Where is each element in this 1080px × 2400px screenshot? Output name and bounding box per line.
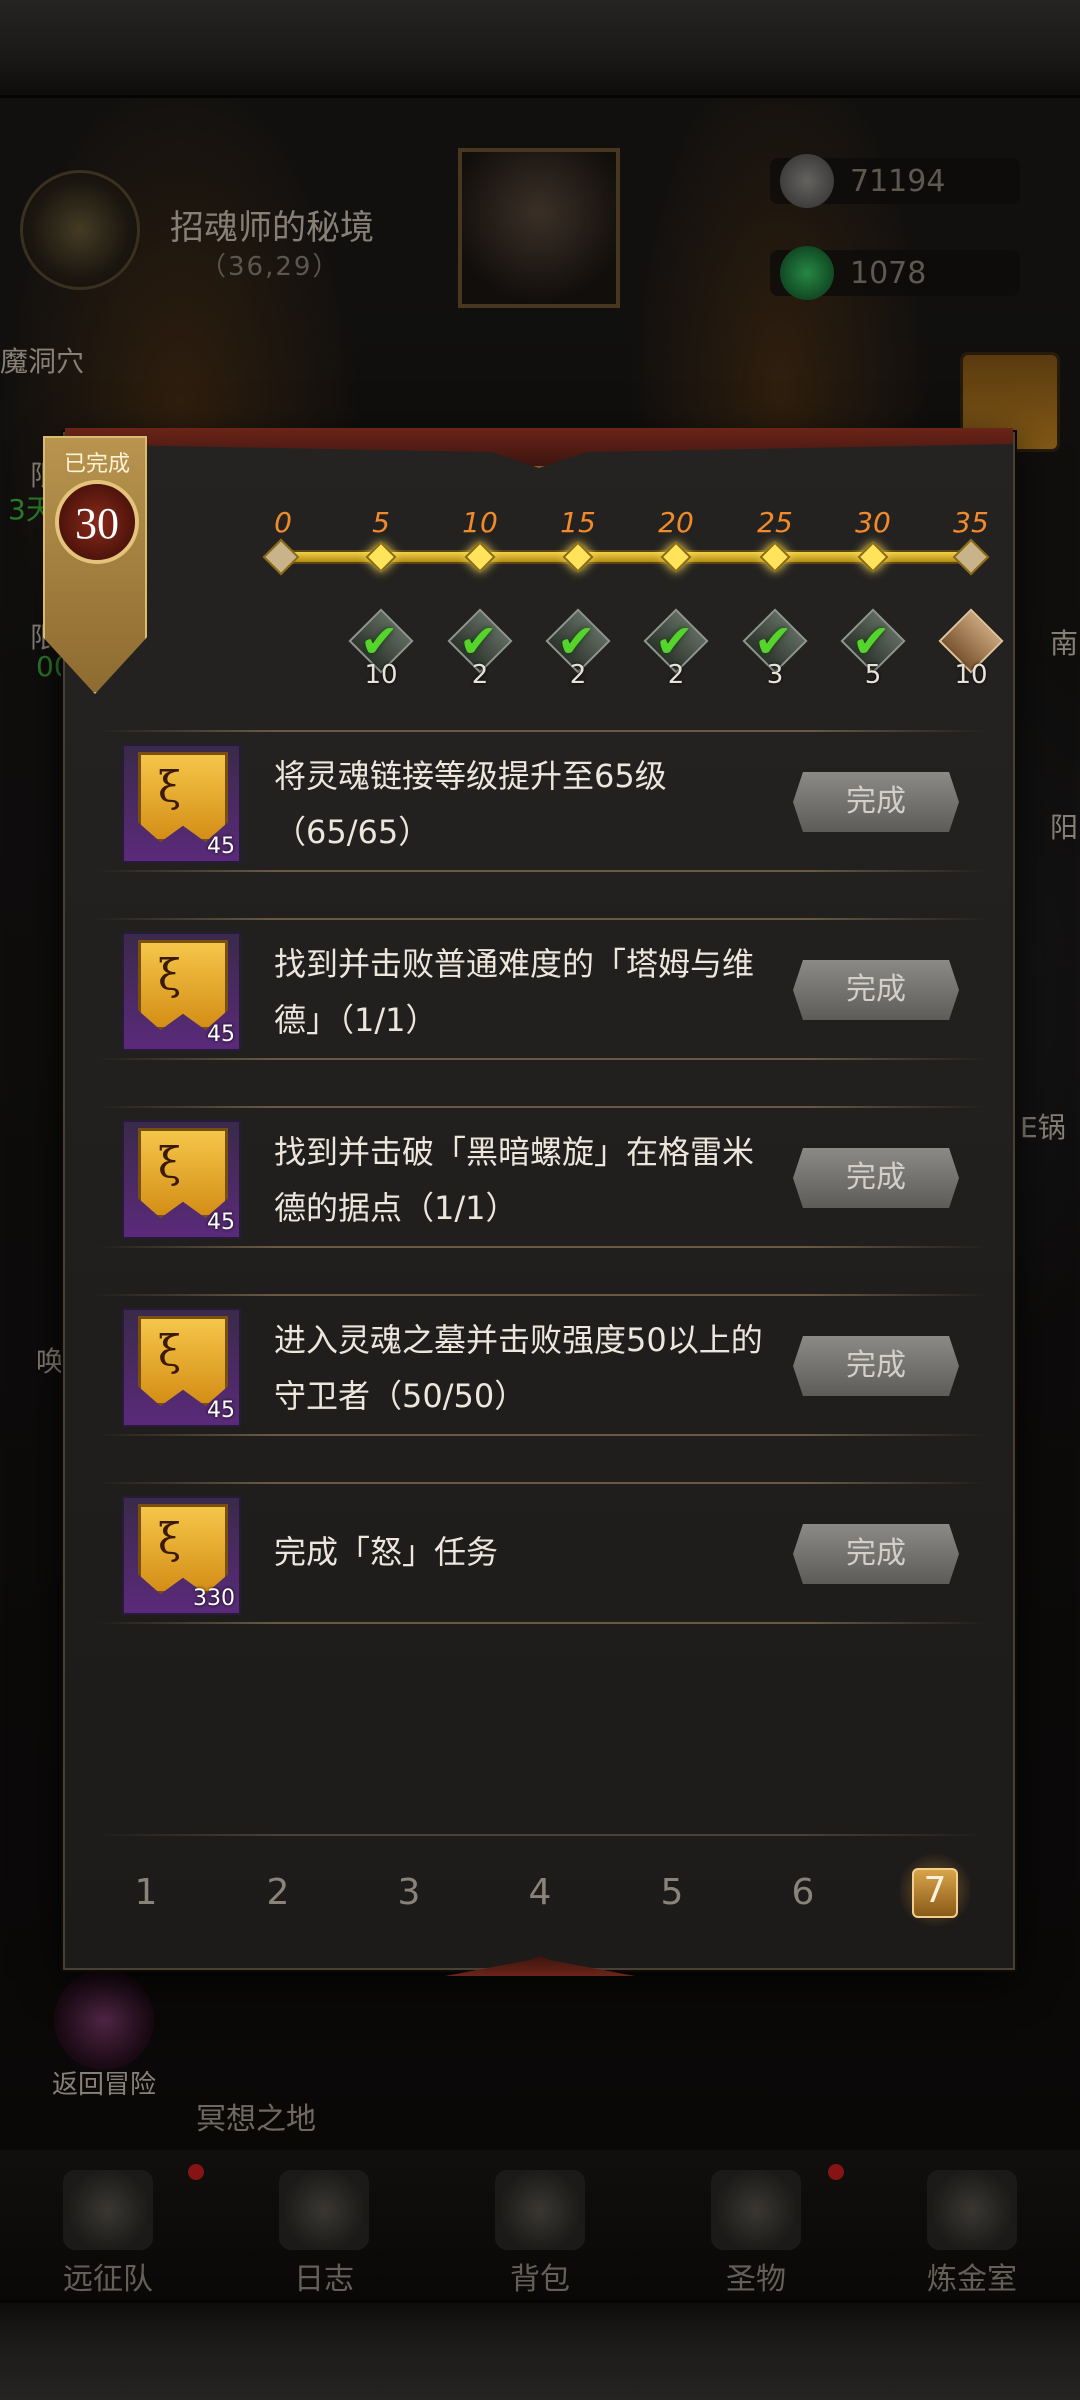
page-tab-2[interactable]: 2 <box>248 1872 308 1913</box>
milestone-label: 20 <box>658 506 694 539</box>
quest-complete-button[interactable]: 完成 <box>793 1524 959 1584</box>
milestone-label: 5 <box>372 506 390 539</box>
quest-text: 进入灵魂之墓并击败强度50以上的守卫者（50/50） <box>274 1321 763 1415</box>
milestone-label: 35 <box>953 506 989 539</box>
quest-row: ξ 45 找到并击败普通难度的「塔姆与维德」（1/1） 完成 <box>97 918 985 1060</box>
panel-bottom-ornament <box>445 1956 635 1976</box>
milestone-label: 15 <box>560 506 596 539</box>
completed-count: 30 <box>75 499 119 548</box>
quest-complete-button[interactable]: 完成 <box>793 772 959 832</box>
reward-count: 3 <box>766 660 784 690</box>
quest-points: 45 <box>207 1022 235 1047</box>
quest-complete-button[interactable]: 完成 <box>793 1148 959 1208</box>
reward-count: 2 <box>569 660 587 690</box>
page-tab-5[interactable]: 5 <box>642 1872 702 1913</box>
quest-row: ξ 45 将灵魂链接等级提升至65级（65/65） 完成 <box>97 730 985 872</box>
quest-row: ξ 45 找到并击破「黑暗螺旋」在格雷米德的据点（1/1） 完成 <box>97 1106 985 1248</box>
quest-banner-icon: ξ 45 <box>122 1308 241 1427</box>
quest-banner-icon: ξ 45 <box>122 932 241 1051</box>
quest-points: 330 <box>193 1586 235 1611</box>
page-tab-3[interactable]: 3 <box>379 1872 439 1913</box>
quest-points: 45 <box>207 1398 235 1423</box>
milestone-label: 30 <box>855 506 891 539</box>
quest-banner-icon: ξ 45 <box>122 1120 241 1239</box>
quest-text: 完成「怒」任务 <box>274 1533 499 1571</box>
reward-count: 10 <box>954 660 988 690</box>
milestone-label: 0 <box>274 506 292 539</box>
quest-text: 将灵魂链接等级提升至65级（65/65） <box>274 757 667 851</box>
milestone-label: 10 <box>462 506 498 539</box>
page-tab-4[interactable]: 4 <box>510 1872 570 1913</box>
quest-complete-button[interactable]: 完成 <box>793 1336 959 1396</box>
milestone-label: 25 <box>757 506 793 539</box>
page-tab-6[interactable]: 6 <box>773 1872 833 1913</box>
reward-count: 10 <box>364 660 398 690</box>
panel-top-ornament <box>65 428 1013 468</box>
quest-text: 找到并击破「黑暗螺旋」在格雷米德的据点（1/1） <box>274 1133 755 1227</box>
quest-banner-icon: ξ 330 <box>122 1496 241 1615</box>
quest-complete-button[interactable]: 完成 <box>793 960 959 1020</box>
completed-count-circle: 30 <box>55 480 139 564</box>
quest-row: ξ 45 进入灵魂之墓并击败强度50以上的守卫者（50/50） 完成 <box>97 1294 985 1436</box>
page-tab-7[interactable]: 7 <box>912 1870 958 1911</box>
quest-points: 45 <box>207 1210 235 1235</box>
reward-count: 2 <box>667 660 685 690</box>
reward-count: 5 <box>864 660 882 690</box>
quest-row: ξ 330 完成「怒」任务 完成 <box>97 1482 985 1624</box>
pager-divider <box>95 1834 985 1836</box>
reward-count: 2 <box>471 660 489 690</box>
quest-text: 找到并击败普通难度的「塔姆与维德」（1/1） <box>274 945 755 1039</box>
completed-label: 已完成 <box>63 452 130 477</box>
quest-banner-icon: ξ 45 <box>122 744 241 863</box>
quest-points: 45 <box>207 834 235 859</box>
page-tab-1[interactable]: 1 <box>116 1872 176 1913</box>
